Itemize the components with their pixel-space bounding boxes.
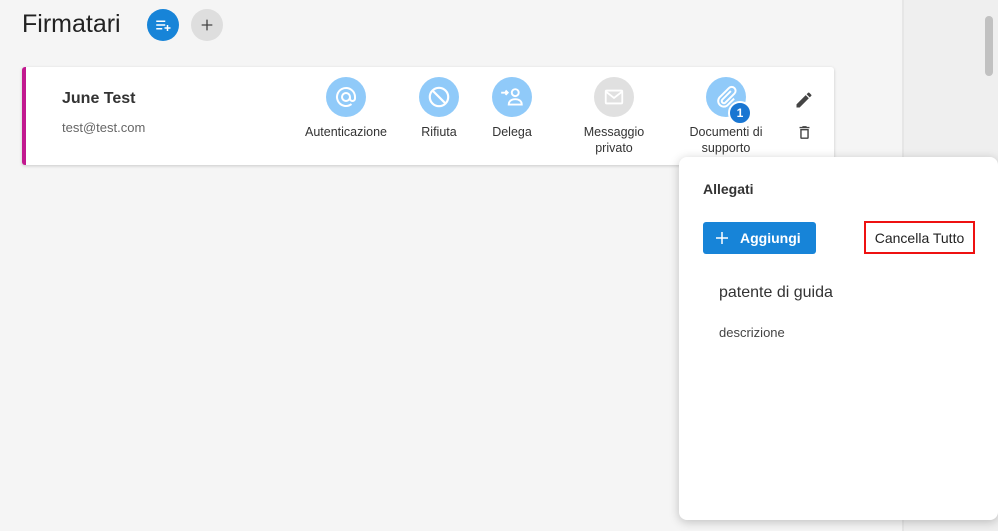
action-authentication[interactable]: Autenticazione [305, 77, 387, 140]
clear-all-button[interactable]: Cancella Tutto [864, 221, 975, 254]
action-label: Autenticazione [305, 125, 388, 139]
signer-email: test@test.com [62, 120, 146, 135]
page-title: Firmatari [22, 10, 121, 38]
action-label: Messaggio privato [583, 125, 645, 155]
signer-name: June Test [62, 90, 136, 107]
attachment-count-badge: 1 [728, 101, 752, 125]
edit-icon[interactable] [794, 90, 814, 115]
action-label: Delega [492, 125, 532, 139]
add-attachment-label: Aggiungi [740, 230, 801, 246]
playlist-add-icon [156, 20, 171, 31]
at-icon [326, 77, 366, 117]
action-label: Documenti di supporto [689, 125, 763, 155]
paperclip-icon: 1 [706, 77, 752, 125]
action-label: Rifiuta [421, 125, 457, 139]
signer-card[interactable]: June Test test@test.com Autenticazione R… [22, 67, 834, 165]
action-support-documents[interactable]: 1 Documenti di supporto [684, 77, 768, 156]
action-private-message[interactable]: Messaggio privato [574, 77, 654, 156]
attachment-description: descrizione [719, 325, 785, 340]
plus-icon [716, 232, 728, 244]
plus-icon [201, 19, 213, 31]
trash-icon[interactable] [796, 123, 813, 147]
action-refuse[interactable]: Rifiuta [419, 77, 459, 140]
popup-title: Allegati [703, 181, 754, 197]
attachments-popup: Allegati Aggiungi Cancella Tutto patente… [679, 157, 998, 520]
action-delegate[interactable]: Delega [492, 77, 532, 140]
block-icon [419, 77, 459, 117]
add-attachment-button[interactable]: Aggiungi [703, 222, 816, 254]
add-list-button[interactable] [147, 9, 179, 41]
mail-icon [594, 77, 634, 117]
delegate-icon [492, 77, 532, 117]
scrollbar-thumb[interactable] [985, 16, 993, 76]
add-signer-button[interactable] [191, 9, 223, 41]
attachment-name[interactable]: patente di guida [719, 284, 833, 302]
